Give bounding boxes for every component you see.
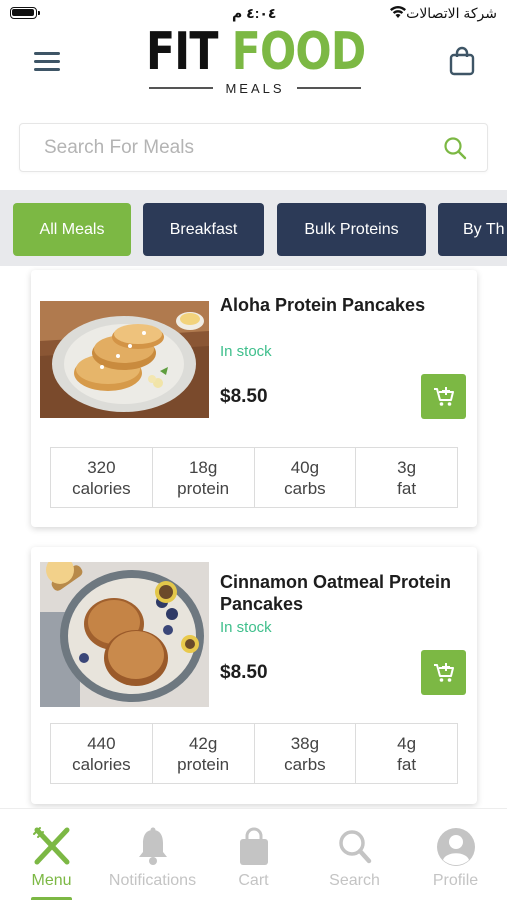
nav-notifications[interactable]: Notifications [102,809,203,900]
product-name[interactable]: Aloha Protein Pancakes [220,294,460,316]
hamburger-menu-icon[interactable] [34,52,60,72]
add-to-cart-button[interactable] [421,374,466,419]
product-price: $8.50 [220,662,268,683]
logo-fit-text: FIT [146,22,218,82]
nutrition-carbs: 40g carbs [255,448,357,507]
tab-bulk-proteins[interactable]: Bulk Proteins [277,203,426,256]
nutrition-calories: 440 calories [51,724,153,783]
nav-notifications-label: Notifications [108,872,197,889]
nutrition-table: 320 calories 18g protein 40g carbs 3g fat [50,447,458,508]
product-image[interactable] [40,301,209,418]
carrier-name: شركة الاتصالات [406,5,497,21]
logo-subtitle: MEALS [225,80,285,96]
stock-status: In stock [220,343,272,360]
logo-food-text: FOOD [231,22,367,82]
fork-knife-icon [31,825,73,869]
search-bar [19,123,488,172]
app-header: FIT FOOD MEALS [0,26,507,108]
nav-search[interactable]: Search [304,809,405,900]
add-to-cart-button[interactable] [421,650,466,695]
fit-food-logo: FIT FOOD MEALS [146,26,366,96]
tab-breakfast[interactable]: Breakfast [143,203,264,256]
shopping-bag-icon[interactable] [449,46,475,76]
product-name[interactable]: Cinnamon Oatmeal Protein Pancakes [220,571,460,615]
nutrition-fat: 4g fat [397,733,417,774]
nutrition-protein: 42g protein [153,724,255,783]
search-icon[interactable] [443,136,467,160]
add-cart-icon [433,386,454,406]
nutrition-protein: 18g protein [153,448,255,507]
nav-profile[interactable]: Profile [405,809,506,900]
bell-icon [132,825,174,869]
tab-all-meals[interactable]: All Meals [13,203,131,256]
nav-profile-label: Profile [432,872,479,889]
product-image[interactable] [40,562,209,707]
nutrition-calories: 320 calories [51,448,153,507]
nav-menu-label: Menu [31,872,72,889]
nav-search-label: Search [329,872,380,889]
search-input[interactable] [44,124,424,171]
nutrition-carbs: 38g carbs [255,724,357,783]
nutrition-fat: 3g fat [397,457,417,498]
product-card[interactable]: Cinnamon Oatmeal Protein Pancakes In sto… [31,547,477,804]
wifi-icon [390,6,406,18]
search-icon [334,825,376,869]
tab-by-the[interactable]: By Th [438,203,507,256]
nutrition-table: 440 calories 42g protein 38g carbs 4g fat [50,723,458,784]
nav-menu[interactable]: Menu [1,809,102,900]
user-icon [435,825,477,869]
shopping-bag-icon [233,825,275,869]
nav-cart-label: Cart [238,872,269,889]
product-price: $8.50 [220,386,268,407]
battery-icon [10,7,40,19]
bottom-navigation: Menu Notifications Cart Search Profile [0,808,507,900]
nav-cart[interactable]: Cart [203,809,304,900]
stock-status: In stock [220,619,272,636]
add-cart-icon [433,662,454,682]
status-time: ٤:٠٤ م [232,5,277,21]
category-tabs: All Meals Breakfast Bulk Proteins By Th [0,190,507,266]
product-card[interactable]: Aloha Protein Pancakes In stock $8.50 32… [31,270,477,527]
